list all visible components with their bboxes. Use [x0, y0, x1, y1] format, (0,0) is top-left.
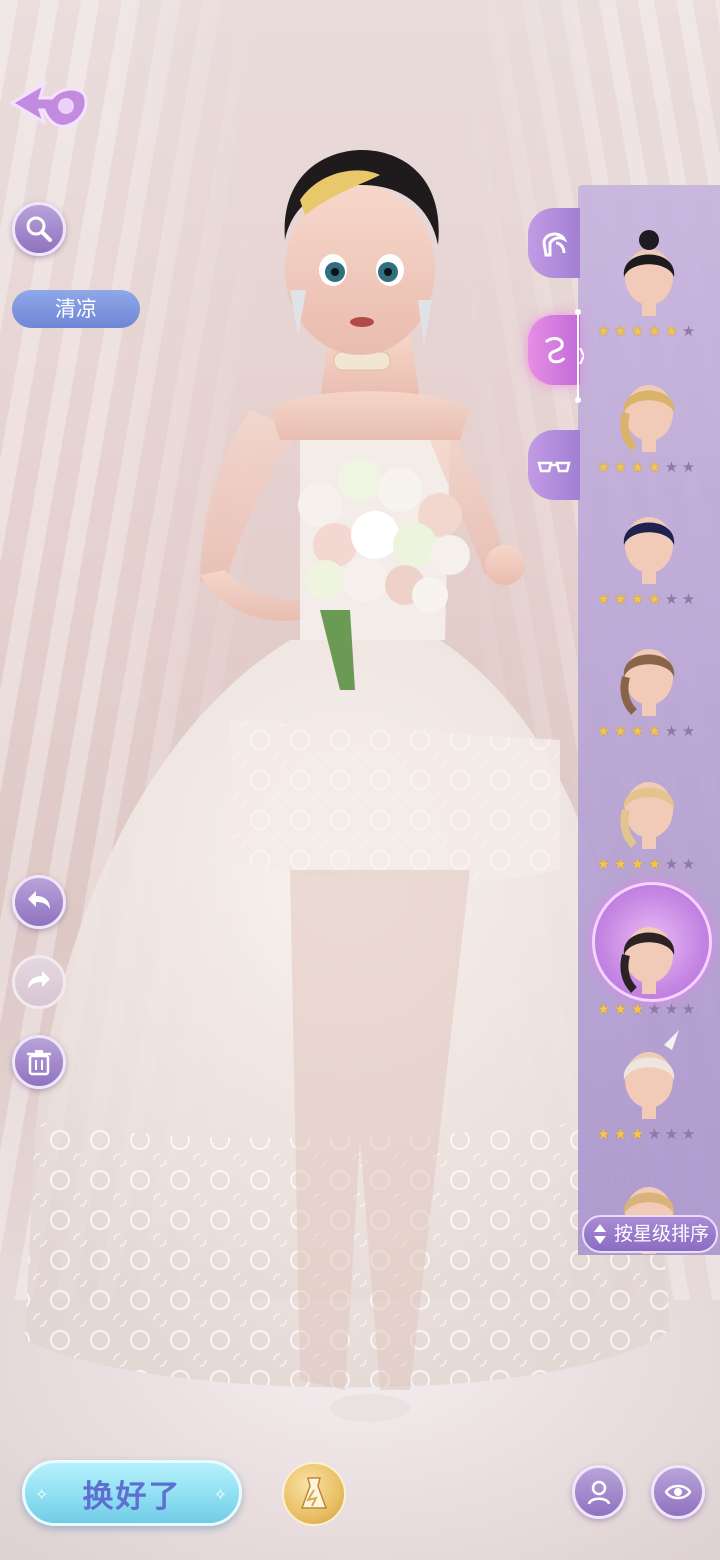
sort-by-stars-button[interactable]: 按星级排序	[582, 1215, 718, 1253]
star-icon: ★	[630, 322, 645, 340]
star-icon: ★	[664, 1125, 679, 1143]
wardrobe-item[interactable]: ★ ★ ★ ★ ★ ★	[596, 755, 702, 875]
star-icon: ★	[647, 855, 662, 873]
star-icon: ★	[613, 1125, 628, 1143]
redo-button[interactable]	[12, 955, 66, 1009]
back-button[interactable]	[8, 70, 88, 136]
star-icon: ★	[664, 322, 679, 340]
hairstyle-thumbnail	[623, 517, 675, 584]
redo-icon	[28, 971, 50, 989]
back-arrow-icon	[9, 80, 88, 128]
star-icon: ★	[613, 590, 628, 608]
star-icon: ★	[596, 722, 611, 740]
style-tag[interactable]: 清凉	[12, 290, 140, 328]
star-icon: ★	[681, 722, 696, 740]
sparkle-icon: ✧	[35, 1485, 51, 1504]
search-button[interactable]	[12, 202, 66, 256]
delete-button[interactable]	[12, 1035, 66, 1089]
trash-icon	[27, 1050, 51, 1076]
star-icon: ★	[681, 590, 696, 608]
undo-button[interactable]	[12, 875, 66, 929]
hairstyle-thumbnail	[620, 385, 675, 452]
star-icon: ★	[596, 458, 611, 476]
star-rating: ★ ★ ★ ★ ★ ★	[596, 722, 702, 740]
star-icon: ★	[630, 1125, 645, 1143]
star-icon: ★	[664, 590, 679, 608]
star-icon: ★	[647, 458, 662, 476]
star-icon: ★	[681, 458, 696, 476]
hairstyle-thumbnail	[620, 782, 675, 849]
star-icon: ★	[681, 855, 696, 873]
star-icon: ★	[613, 322, 628, 340]
tab-active-indicator	[575, 309, 584, 403]
star-icon: ★	[630, 458, 645, 476]
star-icon: ★	[596, 590, 611, 608]
star-icon: ★	[630, 590, 645, 608]
hairstyle-thumbnail	[623, 1030, 679, 1119]
sort-label: 按星级排序	[614, 1223, 710, 1245]
star-icon: ★	[664, 722, 679, 740]
star-icon: ★	[630, 855, 645, 873]
star-rating: ★ ★ ★ ★ ★ ★	[596, 855, 702, 873]
star-icon: ★	[630, 722, 645, 740]
star-icon: ★	[596, 322, 611, 340]
star-rating: ★ ★ ★ ★ ★ ★	[596, 590, 702, 608]
star-icon: ★	[647, 1125, 662, 1143]
star-icon: ★	[647, 322, 662, 340]
star-icon: ★	[681, 322, 696, 340]
hair-tab-icon	[542, 232, 568, 257]
star-icon: ★	[647, 590, 662, 608]
star-rating: ★ ★ ★ ★ ★ ★	[596, 1000, 702, 1018]
star-icon: ★	[647, 1000, 662, 1018]
star-icon: ★	[664, 1000, 679, 1018]
star-icon: ★	[596, 1125, 611, 1143]
wardrobe-item[interactable]: ★ ★ ★ ★ ★ ★	[596, 358, 702, 478]
search-icon	[26, 216, 52, 242]
star-icon: ★	[613, 1000, 628, 1018]
tab-hairstyle[interactable]	[528, 208, 580, 278]
star-icon: ★	[596, 855, 611, 873]
undo-icon	[28, 891, 50, 909]
eye-icon	[664, 1484, 692, 1500]
star-icon: ★	[681, 1000, 696, 1018]
wardrobe-item[interactable]: ★ ★ ★ ★ ★ ★	[596, 622, 702, 742]
star-icon: ★	[613, 458, 628, 476]
sparkle-icon: ✧	[213, 1485, 229, 1504]
star-icon: ★	[613, 722, 628, 740]
dress-icon	[300, 1477, 328, 1509]
wardrobe-item[interactable]: ★ ★ ★ ★ ★ ★	[596, 1025, 702, 1145]
hair-accessory-tab-icon	[544, 337, 566, 364]
hairstyle-thumbnail	[620, 927, 675, 994]
person-icon	[587, 1480, 611, 1505]
star-icon: ★	[596, 1000, 611, 1018]
sort-icon	[594, 1224, 606, 1244]
character-view-button[interactable]	[572, 1465, 626, 1519]
hairstyle-thumbnail	[620, 649, 675, 716]
tab-glasses[interactable]	[528, 430, 580, 500]
preview-button[interactable]	[651, 1465, 705, 1519]
done-label: 换好了	[82, 1478, 182, 1515]
wardrobe-item[interactable]: ★ ★ ★ ★ ★ ★	[596, 490, 702, 610]
wardrobe-item[interactable]: ★ ★ ★ ★ ★ ★	[592, 882, 712, 1020]
star-rating: ★ ★ ★ ★ ★ ★	[596, 458, 702, 476]
star-icon: ★	[681, 1125, 696, 1143]
star-icon: ★	[613, 855, 628, 873]
star-icon: ★	[664, 855, 679, 873]
star-rating: ★ ★ ★ ★ ★ ★	[596, 1125, 702, 1143]
outfit-suit-button[interactable]	[282, 1462, 346, 1526]
star-icon: ★	[664, 458, 679, 476]
glasses-tab-icon	[537, 461, 571, 473]
wardrobe-item[interactable]: ★ ★ ★ ★ ★ ★	[596, 222, 702, 342]
star-rating: ★ ★ ★ ★ ★ ★	[596, 322, 702, 340]
hairstyle-thumbnail	[623, 230, 675, 316]
star-icon: ★	[630, 1000, 645, 1018]
star-icon: ★	[647, 722, 662, 740]
done-button[interactable]: ✧ 换好了 ✧	[22, 1460, 242, 1526]
